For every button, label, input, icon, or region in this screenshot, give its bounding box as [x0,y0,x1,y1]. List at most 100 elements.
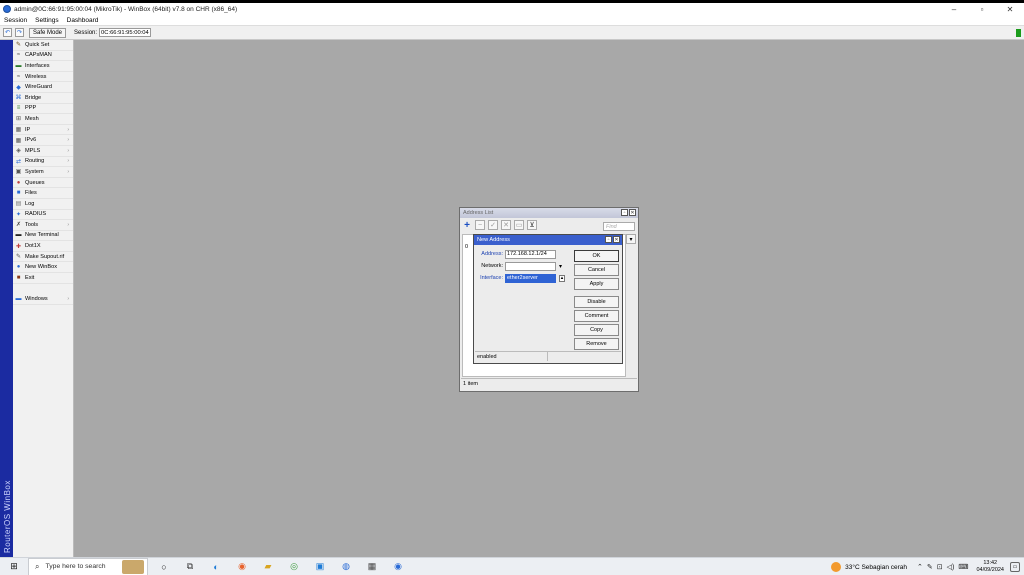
apply-button[interactable]: Apply [574,278,619,290]
address-list-titlebar[interactable]: Address List ▫ ✕ [460,208,638,218]
taskbar-search[interactable]: ⌕ Type here to search [28,557,148,575]
sidebar-item-radius[interactable]: ✦ RADIUS [13,210,73,221]
file-explorer-icon[interactable]: ▰ [258,558,278,575]
sidebar-item-bridge[interactable]: ⌘ Bridge [13,93,73,104]
menu-settings[interactable]: Settings [31,17,63,24]
capsman-icon: ≈ [16,52,21,59]
sidebar-item-ppp[interactable]: ≡ PPP [13,104,73,115]
network-field[interactable] [505,261,556,271]
firefox-icon[interactable]: ◉ [232,558,252,575]
sidebar-item-new-winbox[interactable]: ● New WinBox [13,262,73,274]
sidebar-item-exit[interactable]: ■ Exit [13,273,73,284]
sidebar-item-mesh[interactable]: ⊞ Mesh [13,114,73,125]
close-button[interactable]: ✕ [996,3,1024,15]
weather-icon[interactable] [831,562,842,572]
column-dropdown-icon[interactable]: ▾ [626,234,636,244]
enable-icon[interactable]: ✓ [488,220,498,230]
sidebar-item-label: Make Supout.rif [25,253,65,260]
dropdown-arrow-icon[interactable]: ▾ [559,263,562,270]
pen-icon[interactable]: ✎ [927,563,933,571]
interface-select[interactable]: ether2server [505,273,556,283]
wireguard-icon: ◆ [16,84,21,91]
sidebar-item-system[interactable]: ▣ System › [13,167,73,178]
dialog-buttons: OK Cancel Apply Disable Comment Copy Rem… [574,250,619,352]
session-field[interactable]: 0C:66:91:95:00:04 [99,28,152,37]
sidebar-item-tools[interactable]: ✗ Tools › [13,220,73,231]
safe-mode-button[interactable]: Safe Mode [29,27,67,38]
new-address-status: enabled [475,351,621,361]
find-input[interactable]: Find [603,222,635,231]
files-icon: ■ [16,190,21,197]
close-icon[interactable]: ✕ [613,236,620,243]
ok-button[interactable]: OK [574,250,619,262]
sidebar-item-interfaces[interactable]: ▬ Interfaces [13,61,73,72]
dropdown-toggle-icon[interactable]: ▴ [559,274,565,282]
submenu-arrow-icon: › [67,137,69,144]
widgets-icon[interactable]: ⧉ [180,558,200,575]
restore-icon[interactable]: ▫ [621,209,628,216]
notification-icon[interactable]: ▭ [1010,562,1020,572]
volume-icon[interactable]: ◁) [947,563,955,571]
restore-icon[interactable]: ▫ [605,236,612,243]
redo-icon[interactable]: ↷ [15,28,24,37]
chrome-icon[interactable]: ◎ [284,558,304,575]
network-icon[interactable]: ⊡ [937,563,943,571]
settings-icon[interactable]: ◍ [336,558,356,575]
windows-menu-icon: ▬ [15,296,22,303]
window-title: admin@0C:66:91:95:00:04 (MikroTik) - Win… [14,5,238,13]
minimize-button[interactable]: – [940,3,968,15]
edge-icon[interactable]: ◐ [206,558,226,575]
show-hidden-icons-icon[interactable]: ⌃ [917,563,923,571]
close-icon[interactable]: ✕ [629,209,636,216]
sidebar-item-wireless[interactable]: ≈ Wireless [13,72,73,83]
sidebar-item-ip[interactable]: ▦ IP › [13,125,73,136]
sidebar-item-quick-set[interactable]: ✎ Quick Set [13,40,73,51]
disable-icon[interactable]: ✕ [501,220,511,230]
menu-dashboard[interactable]: Dashboard [63,17,103,24]
menu-session[interactable]: Session [0,17,31,24]
sidebar-item-label: Files [25,190,37,197]
sidebar-item-ipv6[interactable]: ▦ IPv6 › [13,135,73,146]
undo-icon[interactable]: ↶ [3,28,12,37]
clock[interactable]: 13:42 04/09/2024 [976,560,1004,574]
sidebar-item-wireguard[interactable]: ◆ WireGuard [13,82,73,93]
start-button-icon[interactable]: ⊞ [0,558,28,575]
window-titlebar: admin@0C:66:91:95:00:04 (MikroTik) - Win… [0,3,1024,15]
sidebar-item-routing[interactable]: ⇄ Routing › [13,157,73,168]
sidebar-item-log[interactable]: ▤ Log [13,199,73,210]
new-address-title: New Address [477,237,510,243]
sidebar-item-windows[interactable]: ▬ Windows › [13,294,73,305]
interface-label: Interface: [480,275,503,281]
keyboard-icon[interactable]: ⌨ [958,563,968,571]
filter-icon[interactable]: ⊻ [527,220,537,230]
sidebar-item-label: Exit [25,274,35,281]
task-view-icon[interactable]: ○ [154,558,174,575]
sidebar-item-make-supout-rif[interactable]: ✎ Make Supout.rif [13,252,73,263]
maximize-button[interactable]: ▫ [968,3,996,15]
address-field[interactable]: 172.168.12.1/24 [505,249,556,259]
store-icon[interactable]: ▣ [310,558,330,575]
sidebar-item-capsman[interactable]: ≈ CAPsMAN [13,51,73,62]
sidebar-item-queues[interactable]: ● Queues [13,178,73,189]
cancel-button[interactable]: Cancel [574,264,619,276]
table-row-number: 0 [465,244,469,250]
winbox-taskbar-icon[interactable]: ▦ [362,558,382,575]
sidebar-item-mpls[interactable]: ◈ MPLS › [13,146,73,157]
sidebar-item-dot1x[interactable]: ✚ Dot1X [13,241,73,252]
remove-icon[interactable]: − [475,220,485,230]
copy-button[interactable]: Copy [574,324,619,336]
comment-button[interactable]: Comment [574,310,619,322]
sidebar-item-files[interactable]: ■ Files [13,188,73,199]
network-label: Network: [481,263,503,269]
disable-button[interactable]: Disable [574,296,619,308]
sidebar-item-label: WireGuard [25,84,53,91]
new-address-titlebar[interactable]: New Address ▫ ✕ [474,235,622,245]
remove-button[interactable]: Remove [574,338,619,350]
tools-icon: ✗ [15,222,22,229]
comment-icon[interactable]: ▭ [514,220,524,230]
sidebar-item-new-terminal[interactable]: ▬ New Terminal [13,231,73,242]
add-icon[interactable]: + [462,220,472,231]
browser-icon[interactable]: ◉ [388,558,408,575]
sidebar-item-label: System [25,168,44,175]
weather-text[interactable]: 33°C Sebagian cerah [845,564,907,571]
